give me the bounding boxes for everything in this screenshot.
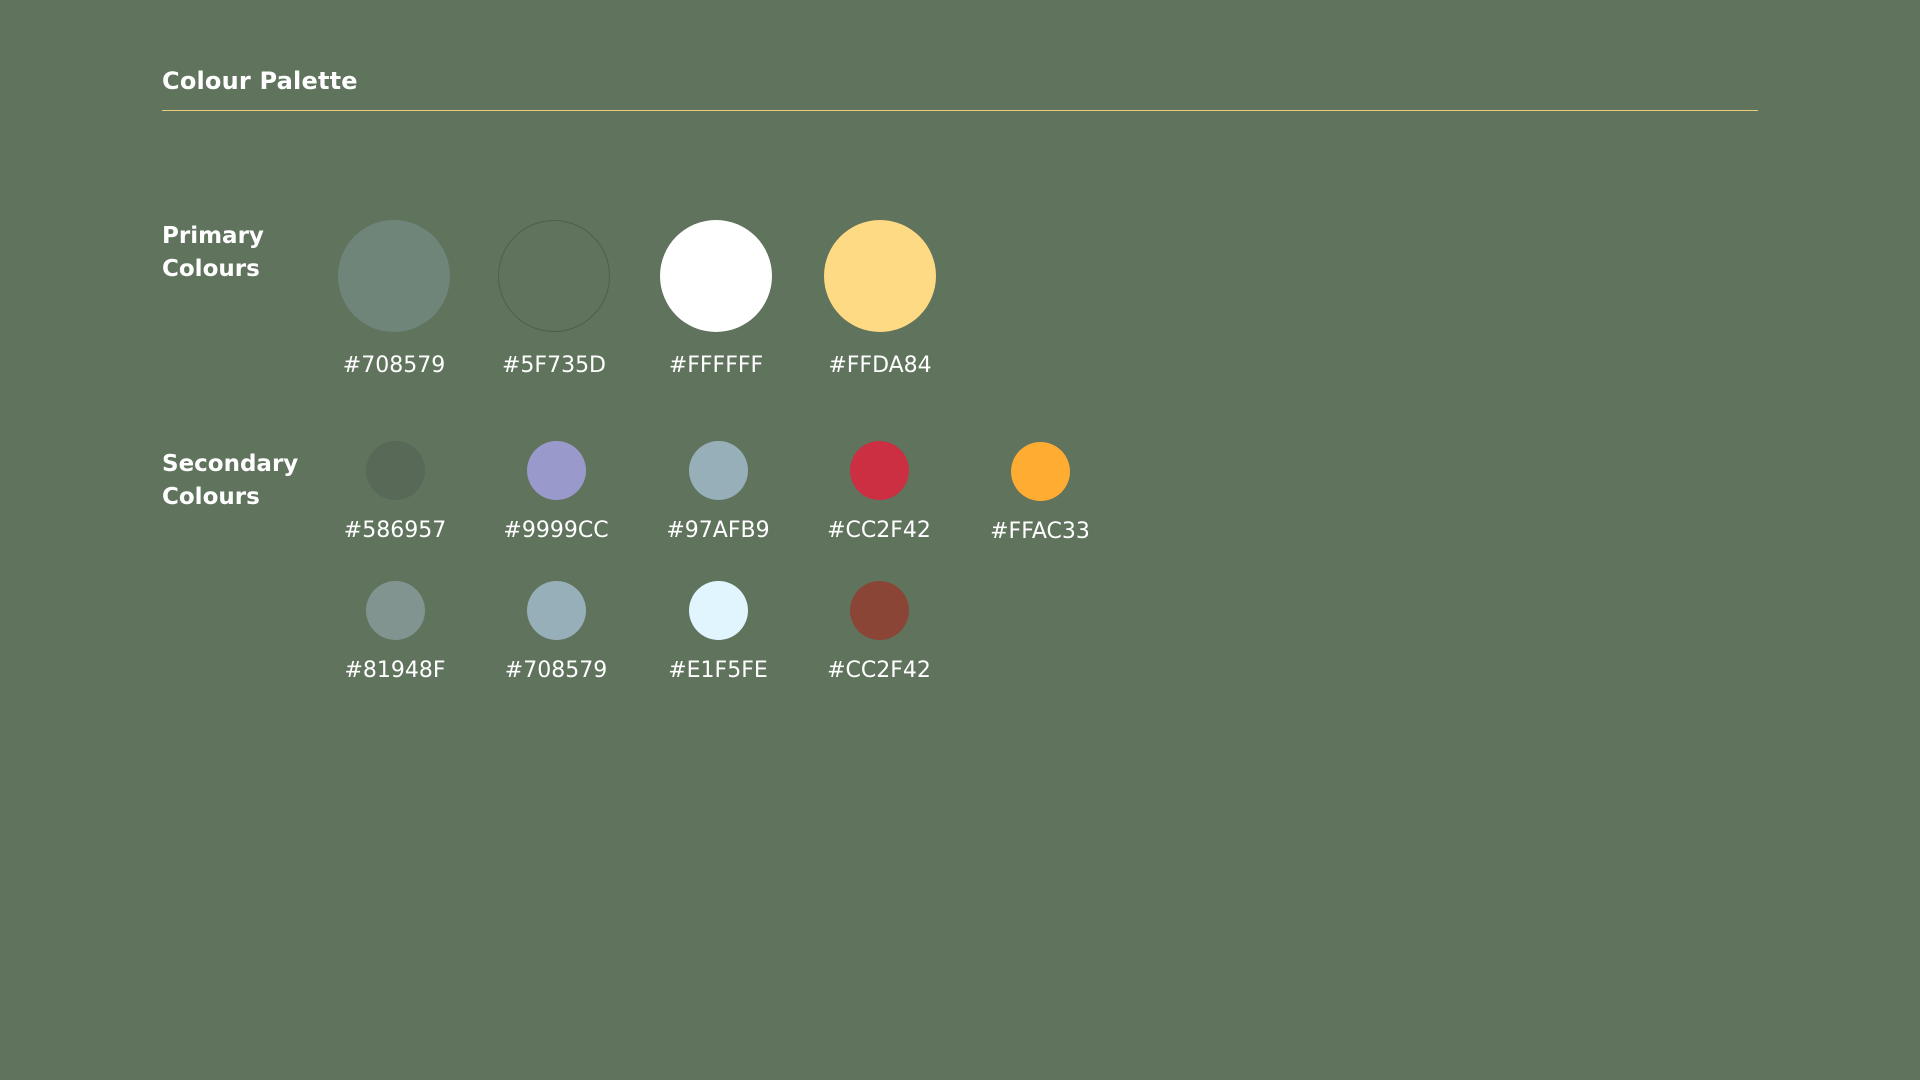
- hex-code-label: #81948F: [344, 658, 446, 683]
- colour-circle: [365, 441, 425, 500]
- secondary-swatch-5: #FFAC33: [965, 442, 1115, 546]
- colour-circle: [824, 220, 936, 332]
- primary-colours-heading: Primary Colours: [162, 223, 264, 282]
- hex-code-label: #CC2F42: [827, 658, 931, 683]
- colour-circle: [338, 220, 450, 332]
- colour-circle: [1010, 442, 1070, 501]
- secondary-swatch-8: #E1F5FE: [643, 581, 793, 685]
- colour-circle: [660, 220, 772, 332]
- hex-code-label: #FFAC33: [990, 519, 1090, 544]
- primary-swatch-2: #5F735D: [479, 220, 629, 380]
- hex-code-label: #586957: [343, 518, 447, 543]
- hex-code-label: #708579: [504, 658, 608, 683]
- title-divider: [162, 110, 1758, 111]
- secondary-swatch-9: #CC2F42: [804, 581, 954, 685]
- secondary-swatch-4: #CC2F42: [804, 441, 954, 545]
- hex-code-label: #E1F5FE: [668, 658, 768, 683]
- secondary-swatch-3: #97AFB9: [643, 441, 793, 545]
- primary-swatch-3: #FFFFFF: [641, 220, 791, 380]
- secondary-swatch-7: #708579: [481, 581, 631, 685]
- colour-circle: [688, 581, 748, 640]
- primary-swatch-1: #708579: [319, 220, 469, 380]
- page-header: Colour Palette: [162, 62, 1758, 111]
- secondary-swatch-2: #9999CC: [481, 441, 631, 545]
- colour-circle: [688, 441, 748, 500]
- hex-code-label: #CC2F42: [827, 518, 931, 543]
- primary-swatch-4: #FFDA84: [805, 220, 955, 380]
- colour-circle: [526, 441, 586, 500]
- hex-code-label: #97AFB9: [666, 518, 770, 543]
- colour-circle: [849, 441, 909, 500]
- colour-circle: [365, 581, 425, 640]
- secondary-swatch-1: #586957: [320, 441, 470, 545]
- colour-circle: [849, 581, 909, 640]
- page-title: Colour Palette: [162, 67, 358, 95]
- hex-code-label: #708579: [342, 353, 446, 378]
- hex-code-label: #5F735D: [501, 353, 607, 378]
- hex-code-label: #FFDA84: [828, 353, 932, 378]
- colour-circle: [498, 220, 610, 332]
- secondary-swatch-6: #81948F: [320, 581, 470, 685]
- secondary-colours-heading: Secondary Colours: [162, 451, 299, 510]
- hex-code-label: #FFFFFF: [668, 353, 764, 378]
- hex-code-label: #9999CC: [503, 518, 609, 543]
- colour-circle: [526, 581, 586, 640]
